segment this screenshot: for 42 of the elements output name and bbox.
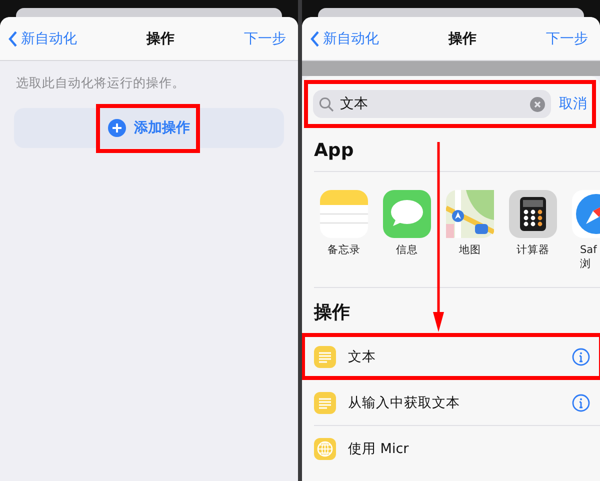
search-field[interactable]: 文本	[313, 90, 551, 118]
action-row[interactable]: 使用 Micr	[302, 426, 600, 472]
app-tile[interactable]: 备忘录	[320, 190, 368, 272]
cancel-button[interactable]: 取消	[559, 95, 587, 113]
calculator-icon	[509, 190, 557, 238]
next-button[interactable]: 下一步	[546, 30, 588, 48]
section-header: 操作	[314, 301, 351, 324]
action-label: 文本	[348, 348, 377, 366]
app-tile[interactable]: 地图	[446, 190, 494, 272]
globe-icon	[314, 438, 336, 460]
text-lines-icon	[314, 346, 336, 368]
notes-icon	[320, 190, 368, 238]
app-tile[interactable]: 计算器	[509, 190, 557, 272]
app-label: 计算器	[516, 244, 550, 258]
back-chevron-icon	[8, 30, 18, 46]
next-button[interactable]: 下一步	[244, 30, 286, 48]
hint-text: 选取此自动化将运行的操作。	[16, 75, 186, 92]
plus-icon	[108, 119, 126, 137]
back-chevron-icon	[310, 30, 320, 46]
nav-title: 操作	[448, 30, 476, 48]
app-label: Saf 浏	[579, 244, 597, 272]
section-header: App	[314, 140, 355, 161]
action-row[interactable]: 从输入中获取文本	[302, 380, 600, 426]
back-button[interactable]: 新自动化	[310, 30, 379, 48]
nav-title: 操作	[146, 30, 174, 48]
back-button[interactable]: 新自动化	[8, 30, 77, 48]
action-row[interactable]: 文本	[302, 334, 600, 380]
app-label: 备忘录	[328, 244, 360, 258]
app-label: 地图	[459, 244, 481, 258]
map-icon	[446, 190, 494, 238]
info-icon[interactable]	[572, 394, 590, 412]
action-label: 从输入中获取文本	[348, 394, 461, 412]
search-icon	[319, 96, 334, 112]
text-lines-icon	[314, 392, 336, 414]
info-icon[interactable]	[572, 348, 590, 366]
clear-icon[interactable]	[530, 96, 545, 112]
chat-bubble-icon	[383, 190, 431, 238]
app-tile[interactable]: Saf 浏	[572, 190, 600, 272]
search-input[interactable]: 文本	[340, 96, 524, 112]
app-tile[interactable]: 信息	[383, 190, 431, 272]
action-label: 使用 Micr	[348, 440, 410, 458]
app-label: 信息	[396, 244, 418, 258]
